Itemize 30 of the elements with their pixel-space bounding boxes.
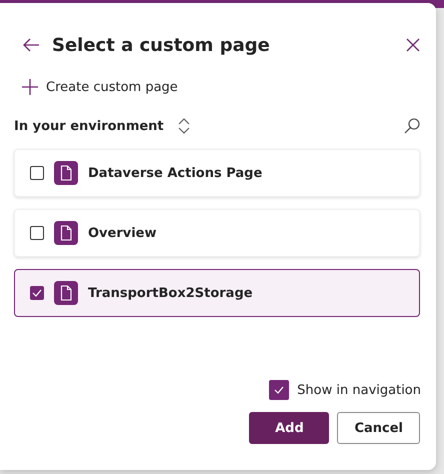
- page-name: TransportBox2Storage: [88, 286, 253, 300]
- page-icon: [54, 221, 78, 245]
- plus-icon: [22, 79, 38, 95]
- page-name: Overview: [88, 226, 157, 240]
- checkbox[interactable]: [30, 226, 44, 240]
- back-button[interactable]: [22, 37, 40, 53]
- checkmark-icon: [32, 289, 42, 297]
- checkbox[interactable]: [30, 286, 44, 300]
- show-in-navigation-checkbox[interactable]: [269, 380, 290, 400]
- page-icon: [54, 281, 78, 305]
- search-button[interactable]: [404, 118, 420, 134]
- add-button[interactable]: Add: [249, 412, 330, 444]
- cancel-button[interactable]: Cancel: [337, 412, 420, 444]
- up-down-chevron-icon: [178, 118, 190, 134]
- close-button[interactable]: [406, 38, 420, 52]
- checkmark-icon: [274, 386, 284, 394]
- environment-filter-label: In your environment: [14, 118, 164, 134]
- custom-page-card[interactable]: Dataverse Actions Page: [14, 149, 420, 197]
- create-custom-page-button[interactable]: Create custom page: [14, 76, 178, 98]
- search-icon: [404, 118, 420, 134]
- checkbox[interactable]: [30, 166, 44, 180]
- sort-button[interactable]: [178, 118, 190, 134]
- page-icon: [54, 161, 78, 185]
- close-icon: [406, 38, 420, 52]
- custom-page-card[interactable]: Overview: [14, 209, 420, 257]
- show-in-navigation-label: Show in navigation: [297, 382, 421, 398]
- custom-page-card[interactable]: TransportBox2Storage: [14, 269, 420, 317]
- dialog-title: Select a custom page: [52, 34, 271, 56]
- page-name: Dataverse Actions Page: [88, 166, 262, 180]
- back-arrow-icon: [22, 37, 40, 53]
